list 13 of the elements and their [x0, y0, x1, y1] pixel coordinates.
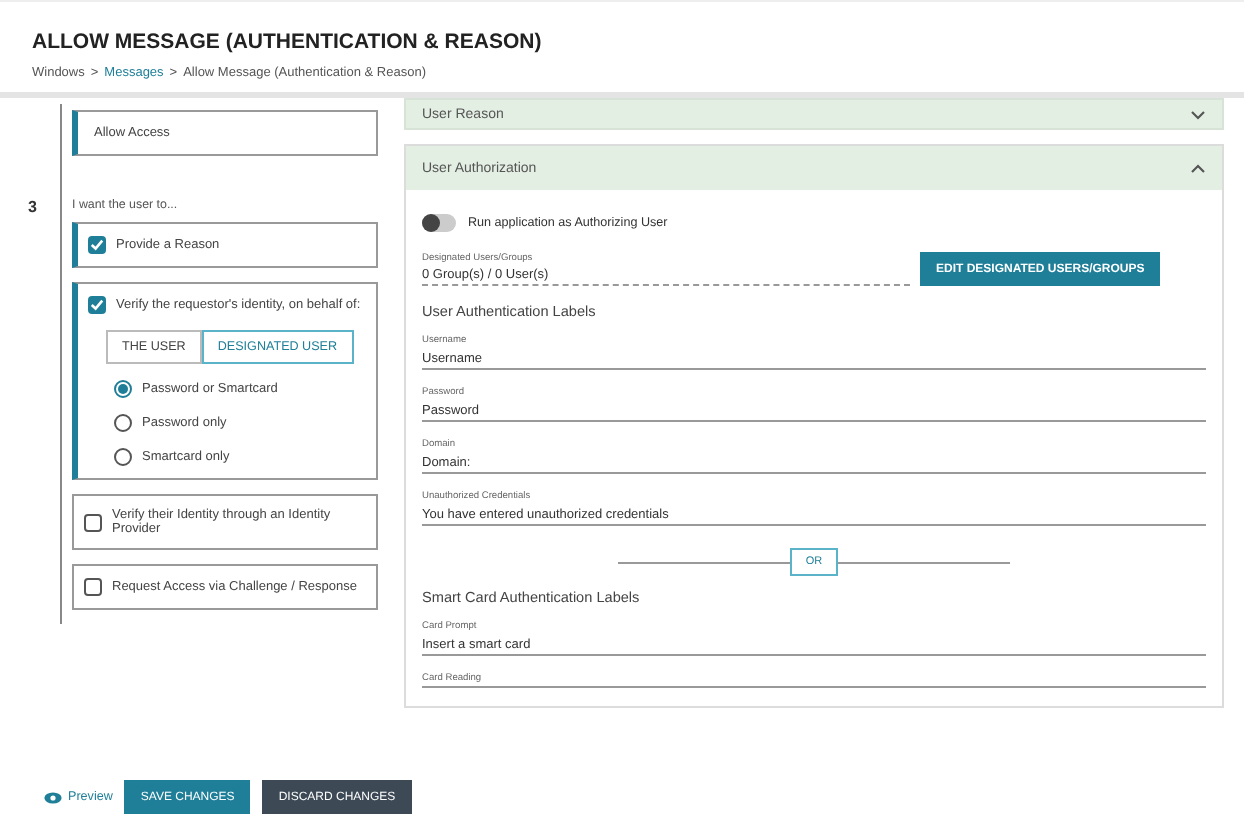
radio-button[interactable] [114, 414, 132, 433]
checkbox[interactable] [84, 578, 102, 597]
step-number: 3 [28, 196, 39, 221]
chevron-up-icon[interactable] [1190, 163, 1206, 173]
checkbox[interactable] [88, 296, 106, 315]
radio-button[interactable] [114, 448, 132, 467]
checkbox[interactable] [84, 513, 102, 532]
toggle-switch[interactable] [422, 214, 456, 232]
radio-button[interactable] [114, 380, 132, 399]
eye-icon [44, 791, 62, 803]
page-title: ALLOW MESSAGE (AUTHENTICATION & REASON) [32, 30, 544, 54]
checkbox[interactable] [88, 236, 106, 255]
chevron-down-icon[interactable] [1190, 109, 1206, 119]
